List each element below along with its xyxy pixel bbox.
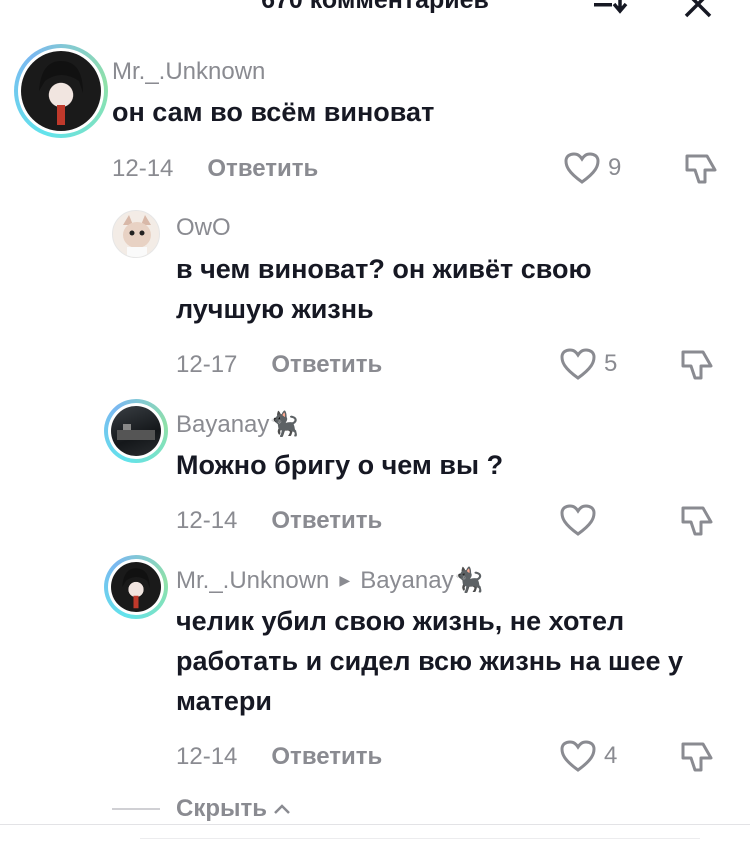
like-count: 4 [604, 742, 618, 769]
dislike-icon[interactable] [679, 740, 715, 774]
reply-button[interactable]: Ответить [271, 743, 382, 771]
divider [0, 824, 750, 825]
chevron-up-icon [274, 804, 290, 814]
reply-arrow-icon: ▶ [339, 572, 351, 588]
avatar[interactable] [112, 210, 160, 258]
heart-icon [560, 740, 596, 772]
dislike-icon[interactable] [679, 348, 715, 382]
like-count: 9 [608, 154, 622, 181]
hide-replies-button[interactable]: Скрыть [112, 795, 291, 823]
comment-username[interactable]: OwO [176, 214, 231, 242]
comment-date: 12-14 [176, 507, 238, 534]
comment-meta: 12-14 Ответить [176, 743, 382, 771]
reply-button[interactable]: Ответить [271, 351, 382, 379]
reply-button[interactable]: Ответить [207, 155, 318, 183]
heart-icon [560, 504, 596, 536]
comment-text: в чем виноват? он живёт свою лучшую жизн… [176, 254, 592, 324]
comment-meta: 12-14 Ответить [112, 155, 318, 183]
like-button[interactable]: 4 [560, 740, 617, 772]
comments-count-title: 670 комментариев [261, 0, 489, 14]
avatar[interactable] [14, 44, 108, 138]
comments-header: 670 комментариев [0, 0, 750, 24]
comment-meta: 12-17 Ответить [176, 351, 382, 379]
reply-button[interactable]: Ответить [271, 507, 382, 535]
avatar[interactable] [104, 555, 168, 619]
comment-date: 12-14 [176, 743, 238, 770]
reply-to-username[interactable]: Bayanay🐈‍⬛ [360, 566, 483, 595]
comment-meta: 12-14 Ответить [176, 507, 382, 535]
like-button[interactable]: 9 [564, 152, 621, 184]
hide-replies-label: Скрыть [176, 795, 268, 822]
comment-text: челик убил свою жизнь, не хотел работать… [176, 606, 684, 716]
comment-username[interactable]: Mr._.Unknown [112, 58, 265, 86]
close-icon[interactable] [680, 0, 716, 18]
comment-username[interactable]: Mr._.Unknown ▶ Bayanay🐈‍⬛ [176, 566, 483, 595]
dislike-icon[interactable] [679, 504, 715, 538]
comment-date: 12-14 [112, 155, 174, 182]
heart-icon [564, 152, 600, 184]
comment-text: Можно бригу о чем вы ? [176, 450, 504, 480]
comment-text: он сам во всём виноват [112, 97, 435, 127]
divider [112, 808, 160, 810]
avatar[interactable] [104, 399, 168, 463]
sort-icon[interactable] [590, 0, 630, 18]
like-button[interactable]: 5 [560, 348, 617, 380]
dislike-icon[interactable] [683, 152, 719, 186]
comment-date: 12-17 [176, 351, 238, 378]
like-button[interactable] [560, 504, 596, 536]
comment-username[interactable]: Bayanay🐈‍⬛ [176, 410, 299, 439]
like-count: 5 [604, 350, 618, 377]
heart-icon [560, 348, 596, 380]
